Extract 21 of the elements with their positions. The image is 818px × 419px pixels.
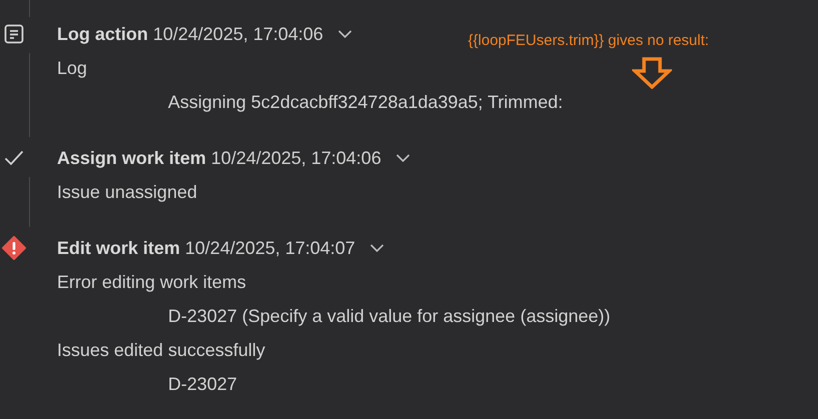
chevron-down-icon[interactable] [338,30,352,38]
checkmark-icon [4,150,24,166]
chevron-down-icon[interactable] [370,244,384,252]
document-icon [4,24,24,44]
log-line: D-23027 [167,373,238,396]
event-time: 10/24/2025, 17:04:06 [211,148,382,168]
event-title: Log action [57,24,148,44]
log-line: Log [57,57,88,80]
log-line: Assigning 5c2dcacbff324728a1da39a5; Trimmed: [167,91,563,114]
log-line: Error editing work items [57,271,248,294]
log-line: Issues edited successfully [57,339,266,362]
chevron-down-icon[interactable] [396,154,410,162]
event-time: 10/24/2025, 17:04:07 [185,238,356,258]
annotation-text: {{loopFEUsers.trim}} gives no result: [468,32,709,49]
event-title: Assign work item [57,148,206,168]
log-line: D-23027 (Specify a valid value for assignee (assignee)) [167,305,610,328]
error-icon [2,236,26,260]
event-time: 10/24/2025, 17:04:06 [153,24,324,44]
down-arrow-icon [632,57,672,89]
event-title: Edit work item [57,238,180,258]
log-line: Issue unassigned [57,181,198,204]
